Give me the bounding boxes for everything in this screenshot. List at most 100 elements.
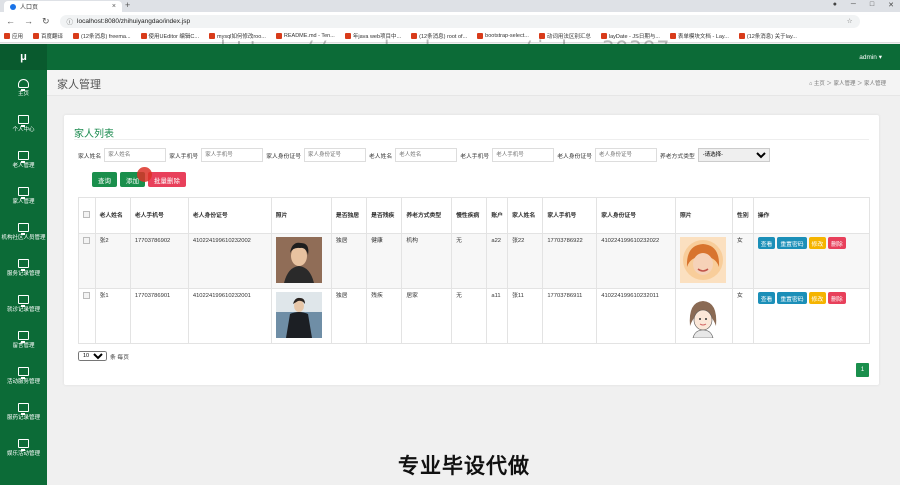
close-window-icon[interactable]: ✕ <box>888 1 894 9</box>
bookmark-item[interactable]: 动词用法区别汇总 <box>538 32 591 40</box>
forward-icon[interactable]: → <box>24 16 33 27</box>
sidebar-item[interactable]: 主页 <box>0 70 47 106</box>
family-name-cell: 张11 <box>507 288 544 344</box>
filter-input[interactable] <box>395 148 458 162</box>
family-table: 老人姓名 老人手机号 老人身份证号 照片 是否独居 是否残疾 养老方式类型 慢性疾病 账户 家人姓… <box>78 197 871 344</box>
bookmark-favicon-icon <box>477 33 484 39</box>
tab-title: 人口页 <box>20 5 39 11</box>
view-button[interactable]: 查看 <box>757 237 776 249</box>
bookmark-favicon-icon <box>738 33 745 39</box>
monitor-icon <box>18 150 29 163</box>
maximize-icon[interactable]: □ <box>870 1 874 9</box>
filter-label: 家人身份证号 <box>266 153 301 160</box>
elder-photo <box>275 292 322 338</box>
filter-input[interactable] <box>304 148 366 162</box>
bookmarks-bar: 应用 百度翻译 (12条消息) freema... 使用UEditor 编辑C... m… <box>0 30 900 43</box>
bookmark-item[interactable]: 百度翻译 <box>33 32 63 40</box>
column-header: 家人手机号 <box>542 197 598 234</box>
filter-label: 养老方式类型 <box>660 153 695 160</box>
user-menu[interactable]: admin ▾ <box>859 53 882 61</box>
column-header: 照片 <box>270 197 332 234</box>
profile-icon[interactable]: ● <box>833 1 837 9</box>
reset-password-button[interactable]: 重置密码 <box>777 292 807 304</box>
bookmark-item[interactable]: README.md - Ten... <box>275 33 335 39</box>
elder-phone-cell: 17703786902 <box>129 233 189 289</box>
filter-input[interactable] <box>595 148 657 162</box>
sidebar-item[interactable]: 家人管理 <box>0 178 47 214</box>
bookmark-item[interactable]: (12条消息) root of... <box>411 32 467 40</box>
view-button[interactable]: 查看 <box>757 292 776 304</box>
page-size-select[interactable]: 10 <box>78 351 107 361</box>
reset-password-button[interactable]: 重置密码 <box>777 237 807 249</box>
bookmark-item[interactable]: (12条消息) freema... <box>73 32 131 40</box>
sidebar-item[interactable]: 就诊记录管理 <box>0 286 47 322</box>
row-checkbox[interactable] <box>83 292 90 299</box>
filter-label: 家人手机号 <box>169 153 199 160</box>
edit-button[interactable]: 修改 <box>808 292 827 304</box>
edit-button[interactable]: 修改 <box>808 237 827 249</box>
elder-id-cell: 410224199610232002 <box>187 233 272 289</box>
filter-label: 老人手机号 <box>460 153 490 160</box>
reload-icon[interactable]: ↻ <box>42 16 50 27</box>
bookmark-item[interactable]: bootstrap-select... <box>477 33 529 39</box>
bookmark-favicon-icon <box>669 33 676 39</box>
sidebar-item[interactable]: 服务记录管理 <box>0 250 47 286</box>
url-bar[interactable]: ⓘ localhost:8080/zhihuiyangdao/index.jsp… <box>59 14 860 28</box>
sidebar-item[interactable]: 服药记录管理 <box>0 394 47 430</box>
sidebar-item[interactable]: 娱乐活动管理 <box>0 430 47 466</box>
bookmark-item[interactable]: 应用 <box>4 32 23 40</box>
care-mode-cell: 居家 <box>401 288 453 344</box>
row-checkbox[interactable] <box>83 237 90 244</box>
back-icon[interactable]: ← <box>6 16 15 27</box>
bottom-watermark: 专业毕设代做 <box>398 455 530 478</box>
close-tab-icon[interactable]: × <box>112 3 116 10</box>
bookmark-item[interactable]: mysql如何修改roo... <box>208 32 266 40</box>
sidebar-item-label: 娱乐活动管理 <box>6 450 40 457</box>
batch-delete-button[interactable]: 批量删除 <box>148 172 186 187</box>
monitor-icon <box>18 438 29 451</box>
browser-tab[interactable]: 人口页 × <box>4 1 122 12</box>
bookmark-item[interactable]: 使用UEditor 编辑C... <box>140 32 199 40</box>
chronic-disease-cell: 无 <box>451 233 488 289</box>
bookmark-item[interactable]: layDate - JS日期与... <box>600 32 660 40</box>
sidebar-item[interactable]: 老人管理 <box>0 142 47 178</box>
info-icon[interactable]: ⓘ <box>67 16 74 26</box>
bookmark-item[interactable]: (12条消息) 关于lay... <box>738 32 797 40</box>
bookmark-label: bootstrap-select... <box>485 33 529 39</box>
sidebar-item-label: 留言管理 <box>12 342 35 349</box>
minimize-icon[interactable]: ─ <box>851 1 856 9</box>
family-phone-cell: 17703786922 <box>542 233 598 289</box>
filter-input[interactable] <box>104 148 167 162</box>
mode-type-select[interactable]: -请选择- <box>697 148 770 162</box>
action-group: 查看 重置密码 修改 删除 <box>757 237 848 249</box>
sidebar-item[interactable]: 机构社区人员管理 <box>0 214 47 250</box>
column-header: 家人姓名 <box>507 197 544 234</box>
living-alone-cell: 独居 <box>330 288 368 344</box>
delete-button[interactable]: 删除 <box>828 237 846 249</box>
cursor-highlight <box>137 167 152 182</box>
column-header: 家人身份证号 <box>596 197 676 234</box>
sidebar-item[interactable]: 个人中心 <box>0 106 47 142</box>
sidebar-item-label: 个人中心 <box>12 126 35 133</box>
sidebar-item[interactable]: 留言管理 <box>0 322 47 358</box>
monitor-icon <box>18 258 29 271</box>
sidebar-item[interactable]: 活动服务管理 <box>0 358 47 394</box>
delete-button[interactable]: 删除 <box>828 292 846 304</box>
per-page-label: 条 每页 <box>110 354 130 361</box>
bookmark-item[interactable]: 表单模块文档 - Lay... <box>669 32 729 40</box>
bookmark-item[interactable]: 年java web项目中... <box>344 32 401 40</box>
new-tab-icon[interactable]: + <box>125 0 130 10</box>
family-photo <box>680 237 726 283</box>
sidebar-item-label: 老人管理 <box>12 162 35 169</box>
address-bar-row: ← → ↻ ⓘ localhost:8080/zhihuiyangdao/ind… <box>0 12 900 30</box>
query-button[interactable]: 查询 <box>92 172 117 187</box>
bookmark-star-icon[interactable]: ☆ <box>847 17 853 25</box>
select-all-checkbox[interactable] <box>83 210 90 218</box>
actions-cell: 查看 重置密码 修改 删除 <box>752 288 871 344</box>
page-number-1[interactable]: 1 <box>856 363 869 377</box>
actions-cell: 查看 重置密码 修改 删除 <box>752 233 871 289</box>
family-list-card: 家人列表 家人姓名家人手机号家人身份证号老人姓名老人手机号老人身份证号养老方式类… <box>64 115 879 385</box>
column-header: 操作 <box>752 197 871 234</box>
filter-input[interactable] <box>492 148 555 162</box>
filter-input[interactable] <box>201 148 264 162</box>
